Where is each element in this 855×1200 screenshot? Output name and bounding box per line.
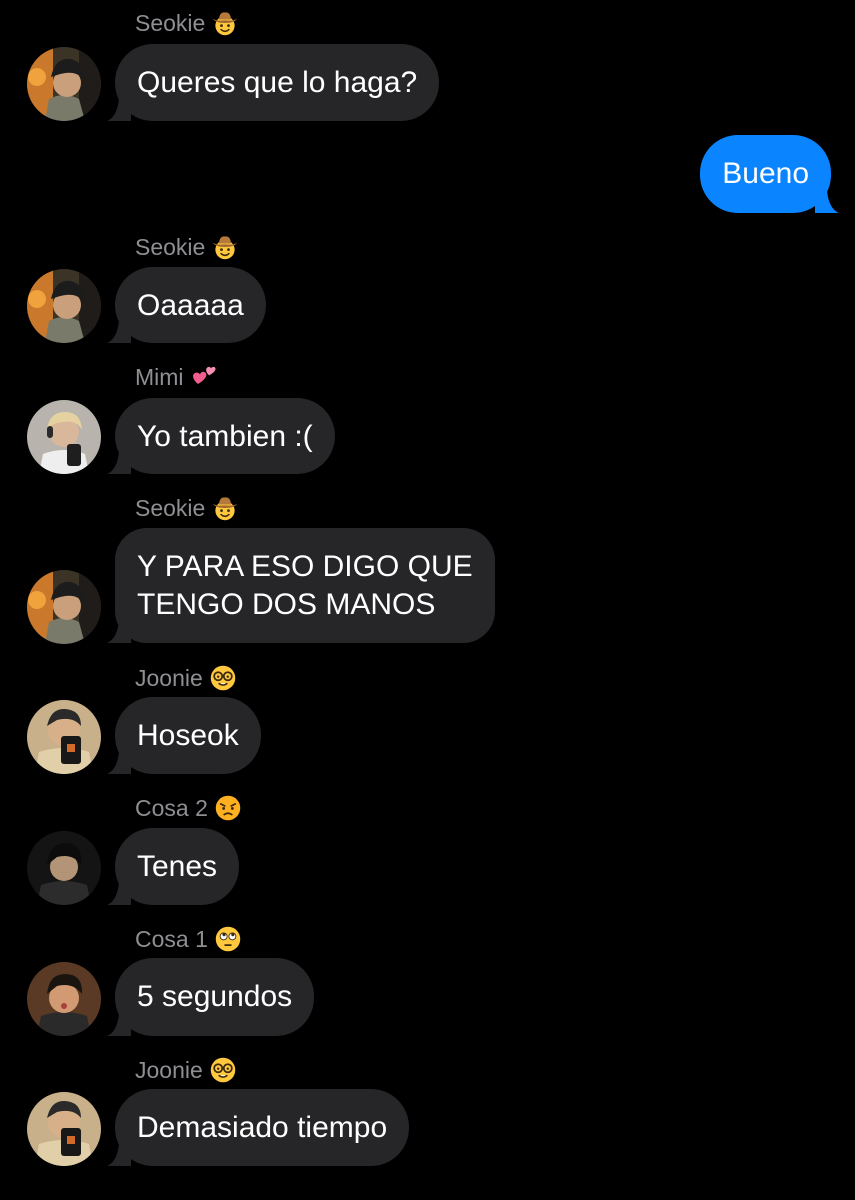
sender-name: Cosa 2 xyxy=(135,794,242,822)
message-text: Oaaaaa xyxy=(137,289,244,322)
bubble-tail xyxy=(107,883,131,905)
bubble-tail xyxy=(107,1014,131,1036)
seokie-avatar[interactable] xyxy=(27,269,101,343)
two-hearts-icon xyxy=(190,363,218,391)
nerd-face-icon xyxy=(209,664,237,692)
sender-name: Seokie xyxy=(135,494,239,522)
message-text: 5 segundos xyxy=(137,980,293,1013)
bubble-tail xyxy=(107,452,131,474)
bubble-tail xyxy=(107,621,131,643)
message-bubble[interactable]: Yo tambien :( xyxy=(115,398,335,474)
nerd-face-icon xyxy=(209,1056,237,1084)
message-text: Yo tambien :( xyxy=(137,420,313,453)
message-text: Tenes xyxy=(137,850,218,883)
outgoing-message-bubble[interactable]: Bueno xyxy=(700,135,831,213)
sender-name: Seokie xyxy=(135,9,239,37)
sender-name-text: Cosa 1 xyxy=(135,925,208,952)
bubble-tail xyxy=(107,99,131,121)
bubble-tail xyxy=(107,1144,131,1166)
message-bubble[interactable]: Demasiado tiempo xyxy=(115,1089,410,1166)
sender-name-text: Cosa 2 xyxy=(135,794,208,821)
seokie-avatar[interactable] xyxy=(27,570,101,644)
message-bubble[interactable]: Y PARA ESO DIGO QUE TENGO DOS MANOS xyxy=(115,528,495,643)
cosa1-avatar[interactable] xyxy=(27,962,101,1036)
sender-name: Seokie xyxy=(135,233,239,261)
sender-name-text: Joonie xyxy=(135,664,203,691)
mimi-avatar[interactable] xyxy=(27,400,101,474)
message-text: Hoseok xyxy=(137,719,239,752)
bubble-tail xyxy=(815,191,839,213)
angry-face-icon xyxy=(214,794,242,822)
message-text: Demasiado tiempo xyxy=(137,1111,388,1144)
sender-name-text: Seokie xyxy=(135,494,206,521)
message-bubble[interactable]: Oaaaaa xyxy=(115,267,266,343)
message-bubble[interactable]: Queres que lo haga? xyxy=(115,44,440,121)
seokie-avatar[interactable] xyxy=(27,47,101,121)
message-text-line: Y PARA ESO DIGO QUE xyxy=(137,550,473,583)
message-bubble[interactable]: 5 segundos xyxy=(115,958,315,1036)
sender-name: Mimi xyxy=(135,363,218,391)
sender-name-text: Seokie xyxy=(135,233,206,260)
sender-name: Joonie xyxy=(135,664,237,692)
sender-name: Cosa 1 xyxy=(135,925,242,953)
bubble-tail xyxy=(107,321,131,343)
joonie-avatar[interactable] xyxy=(27,700,101,774)
cosa2-avatar[interactable] xyxy=(27,831,101,905)
bubble-tail xyxy=(107,752,131,774)
eye-roll-face-icon xyxy=(214,925,242,953)
sender-name: Joonie xyxy=(135,1056,237,1084)
message-bubble[interactable]: Tenes xyxy=(115,828,240,905)
sender-name-text: Joonie xyxy=(135,1056,203,1083)
cowboy-face-icon xyxy=(211,9,239,37)
message-text: Bueno xyxy=(722,157,809,190)
sender-name-text: Mimi xyxy=(135,363,184,390)
sender-name-text: Seokie xyxy=(135,9,206,36)
message-text-line: TENGO DOS MANOS xyxy=(137,588,436,621)
cowboy-face-icon xyxy=(211,233,239,261)
message-bubble[interactable]: Hoseok xyxy=(115,697,261,774)
cowboy-face-icon xyxy=(211,494,239,522)
joonie-avatar[interactable] xyxy=(27,1092,101,1166)
message-text: Queres que lo haga? xyxy=(137,66,418,99)
